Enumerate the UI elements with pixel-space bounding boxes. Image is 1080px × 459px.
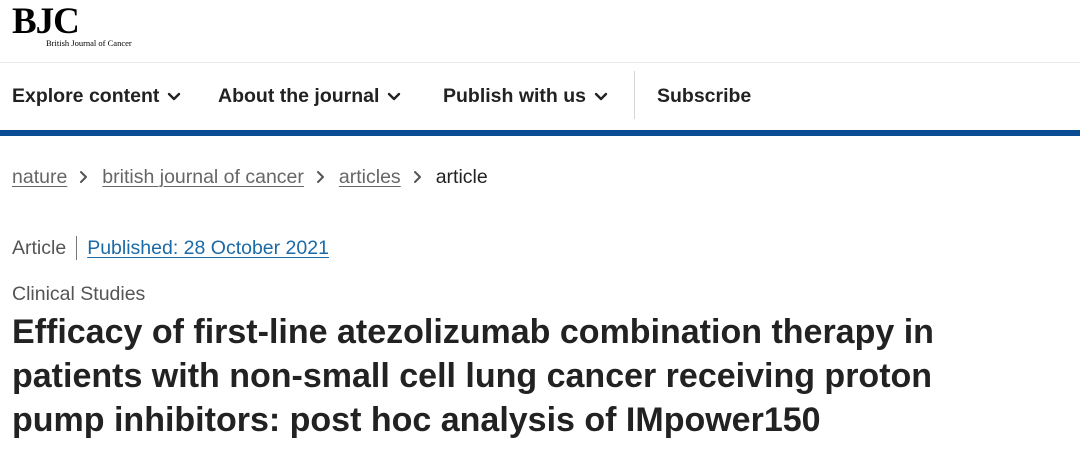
breadcrumb-link-articles[interactable]: articles <box>339 166 401 189</box>
nav-accent-rule <box>0 130 1080 136</box>
logo-mark: BJC <box>12 1 80 42</box>
chevron-down-icon <box>387 92 401 102</box>
site-header: BJC British Journal of Cancer <box>0 0 1080 63</box>
nav-about-the-journal[interactable]: About the journal <box>218 63 401 130</box>
chevron-right-icon <box>79 170 89 184</box>
published-date-link[interactable]: Published: 28 October 2021 <box>87 237 329 260</box>
chevron-down-icon <box>594 92 608 102</box>
nav-divider <box>634 71 635 119</box>
article-type: Article <box>12 236 67 259</box>
breadcrumb-link-nature[interactable]: nature <box>12 166 67 189</box>
article-meta: Article Published: 28 October 2021 <box>12 234 329 262</box>
page: BJC British Journal of Cancer Explore co… <box>0 0 1080 459</box>
nav-explore-content-label: Explore content <box>12 85 160 107</box>
nav-subscribe[interactable]: Subscribe <box>657 63 751 130</box>
nav-publish-with-us-label: Publish with us <box>443 85 587 107</box>
journal-logo[interactable]: BJC British Journal of Cancer <box>12 1 132 49</box>
chevron-down-icon <box>167 92 181 102</box>
nav-explore-content[interactable]: Explore content <box>12 63 181 130</box>
logo-subtitle: British Journal of Cancer <box>46 38 132 48</box>
chevron-right-icon <box>413 170 423 184</box>
article-title: Efficacy of first-line atezolizumab comb… <box>12 313 934 439</box>
breadcrumb-link-journal[interactable]: british journal of cancer <box>102 166 304 189</box>
article-section: Clinical Studies <box>12 283 146 305</box>
nav-subscribe-label: Subscribe <box>657 85 752 107</box>
breadcrumb: nature british journal of cancer article… <box>12 164 488 190</box>
primary-nav: Explore content About the journal Publis… <box>0 63 1080 130</box>
meta-divider <box>76 236 78 260</box>
chevron-right-icon <box>316 170 326 184</box>
nav-about-the-journal-label: About the journal <box>218 85 380 107</box>
nav-publish-with-us[interactable]: Publish with us <box>443 63 608 130</box>
breadcrumb-current: article <box>435 165 488 188</box>
